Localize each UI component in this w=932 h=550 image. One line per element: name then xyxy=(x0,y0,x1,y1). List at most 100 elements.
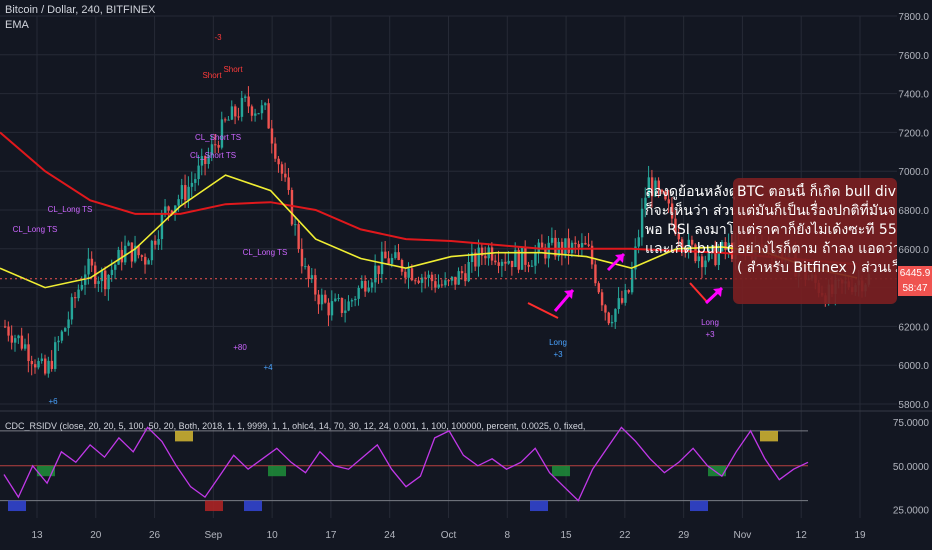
symbol-title[interactable]: Bitcoin / Dollar, 240, BITFINEX xyxy=(5,4,155,16)
candle-body xyxy=(230,106,234,120)
candle-body xyxy=(374,265,377,283)
candle-body xyxy=(194,179,197,183)
note-left: ลองดูย้อนหลังดูก็จะเห็นว่า ส่วนใหญ่พอ RS… xyxy=(645,183,735,259)
signal-label-close: Long xyxy=(701,318,719,327)
signal-label-close: CL_Long TS xyxy=(243,248,288,257)
candle-body xyxy=(460,271,464,274)
candle-body xyxy=(434,281,437,288)
candle-body xyxy=(264,103,267,106)
price-tick-label: 6600.0 xyxy=(898,245,929,256)
candle-body xyxy=(40,358,44,362)
candle-body xyxy=(377,265,380,275)
time-tick-label: 29 xyxy=(678,530,690,541)
candle-body xyxy=(184,185,187,201)
signal-label-close: CL_Long TS xyxy=(48,205,93,214)
candle-body xyxy=(257,113,260,115)
candle-body xyxy=(307,266,310,280)
time-tick-label: 17 xyxy=(325,530,337,541)
candle-body xyxy=(277,158,280,165)
candle-body xyxy=(620,298,624,303)
candle-body xyxy=(407,268,410,278)
signal-label-close: CL_Short TS xyxy=(195,133,241,142)
candle-body xyxy=(584,242,587,245)
candle-body xyxy=(27,344,30,361)
note-right-line: แต่มันก็เป็นเรื่องปกติที่มันจะเกิด xyxy=(737,203,897,219)
candle-body xyxy=(10,335,14,343)
candle-body xyxy=(197,165,200,180)
candle-body xyxy=(20,335,24,349)
candle-body xyxy=(454,276,457,285)
candle-body xyxy=(640,208,644,238)
candle-body xyxy=(564,238,567,255)
candle-body xyxy=(610,321,614,324)
candle-body xyxy=(370,282,374,288)
candle-body xyxy=(247,96,250,107)
note-right-text: BTC ตอนนี้ ก็เกิด bull div ขึ้นแต่มันก็เ… xyxy=(737,183,897,278)
candle-body xyxy=(520,246,524,270)
time-tick-label: 20 xyxy=(90,530,102,541)
candle-body xyxy=(574,242,577,245)
candle-body xyxy=(334,298,337,302)
candle-body xyxy=(260,105,264,114)
candle-body xyxy=(100,270,104,282)
candle-body xyxy=(44,358,47,374)
candle-body xyxy=(364,281,367,292)
candle-body xyxy=(627,290,630,293)
candle-body xyxy=(214,144,217,146)
candle-body xyxy=(484,255,487,259)
candle-body xyxy=(530,265,534,267)
candle-body xyxy=(607,312,610,324)
indicator-label[interactable]: EMA xyxy=(5,19,29,31)
price-tick-label: 7600.0 xyxy=(898,51,929,62)
candle-body xyxy=(337,297,340,299)
candle-body xyxy=(617,298,620,310)
candle-body xyxy=(500,261,504,266)
candle-body xyxy=(534,253,537,266)
signal-label-close: CL_Long TS xyxy=(13,225,58,234)
rsi-tick-label: 75.0000 xyxy=(893,418,930,429)
candle-body xyxy=(190,182,194,187)
candle-body xyxy=(47,360,50,374)
candle-body xyxy=(357,287,360,299)
candle-body xyxy=(317,294,320,305)
signal-label-buy: +6 xyxy=(48,397,58,406)
candle-body xyxy=(354,298,357,301)
candle-body xyxy=(267,103,270,129)
last-price-label: 6445.9 58:47 xyxy=(898,266,932,296)
candle-body xyxy=(97,281,100,284)
candle-body xyxy=(80,284,84,290)
candle-body xyxy=(147,260,150,265)
rsi-indicator-label[interactable]: CDC_RSIDV (close, 20, 20, 5, 100, 50, 20… xyxy=(5,421,585,431)
candle-body xyxy=(340,297,344,313)
price-tick-label: 7000.0 xyxy=(898,167,929,178)
candle-body xyxy=(7,326,10,336)
note-left-line: พอ RSI ลงมาโ xyxy=(645,222,735,238)
candle-body xyxy=(37,361,40,368)
time-tick-label: 26 xyxy=(149,530,161,541)
candle-body xyxy=(614,309,617,322)
candle-body xyxy=(300,249,304,267)
candle-body xyxy=(64,328,67,332)
candle-body xyxy=(17,335,20,339)
candle-body xyxy=(127,242,130,246)
candle-body xyxy=(150,240,154,261)
candle-body xyxy=(587,244,590,246)
candle-body xyxy=(604,305,607,313)
price-tick-label: 5800.0 xyxy=(898,400,929,411)
rsi-tick-label: 25.0000 xyxy=(893,505,930,516)
time-tick-label: 10 xyxy=(267,530,279,541)
candle-body xyxy=(67,319,70,329)
note-left-line: และเกิด bull div xyxy=(645,241,735,257)
candle-body xyxy=(467,262,470,282)
price-tick-label: 6200.0 xyxy=(898,322,929,333)
candle-body xyxy=(384,251,387,259)
signal-label-sell: Short xyxy=(202,71,222,80)
candle-body xyxy=(540,242,544,248)
time-tick-label: 19 xyxy=(854,530,866,541)
candle-body xyxy=(444,280,447,286)
candle-body xyxy=(160,213,164,240)
candle-body xyxy=(597,283,600,293)
candle-body xyxy=(347,301,350,311)
price-tick-label: 6000.0 xyxy=(898,361,929,372)
time-tick-label: Oct xyxy=(441,530,457,541)
